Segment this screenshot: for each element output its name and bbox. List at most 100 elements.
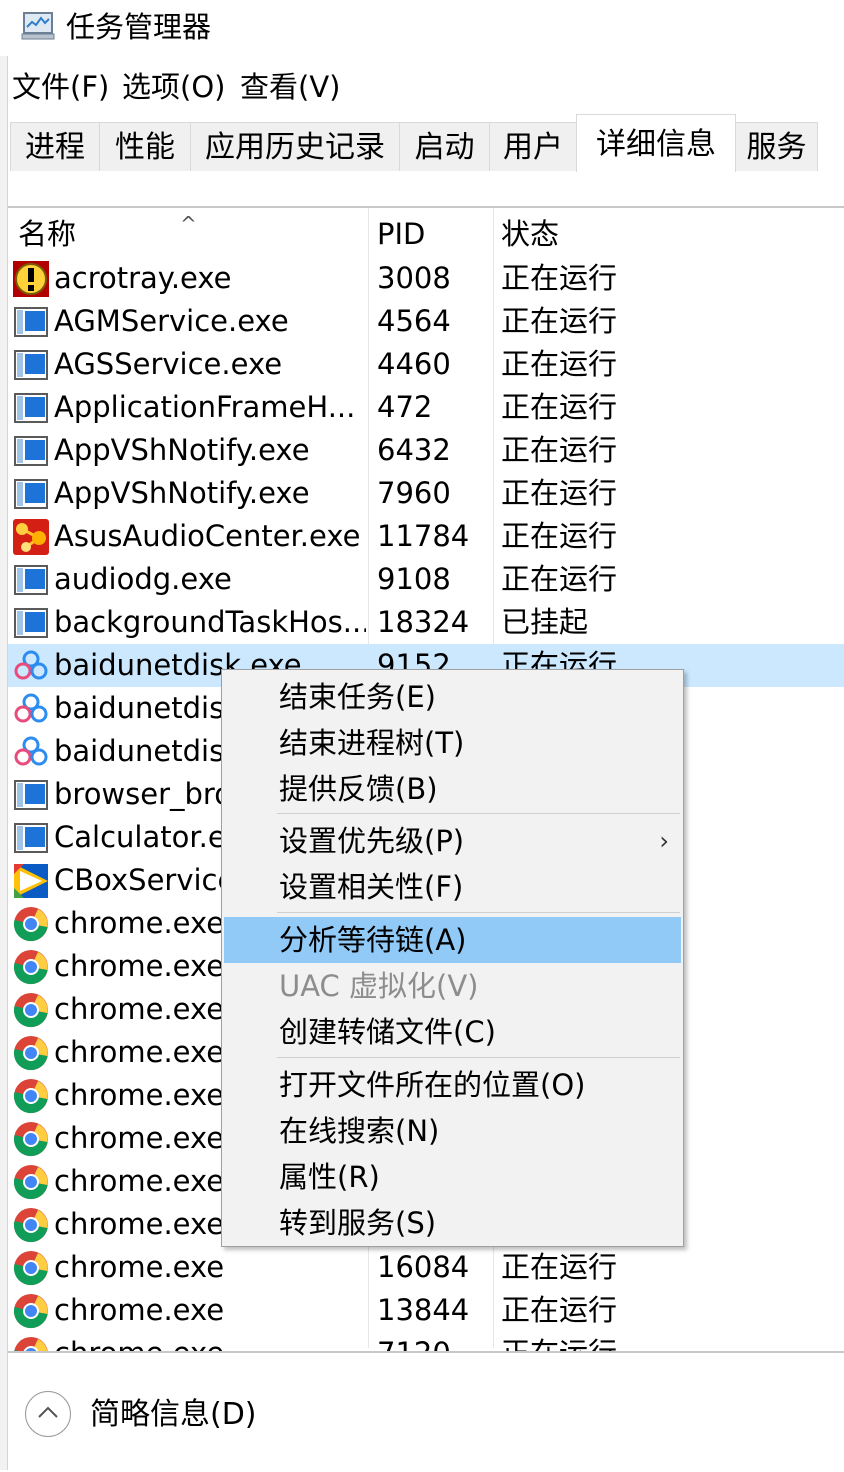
tab-users[interactable]: 用户 — [489, 122, 577, 171]
tab-bar: 进程 性能 应用历史记录 启动 用户 详细信息 服务 — [8, 110, 844, 173]
menu-separator — [277, 813, 680, 814]
baidunetdisk-icon — [12, 733, 50, 771]
process-row[interactable]: audiodg.exe 9108 正在运行 — [8, 558, 844, 601]
menu-file[interactable]: 文件(F) — [12, 66, 109, 108]
acrotray-icon — [12, 260, 50, 298]
process-pid: 6432 — [377, 433, 451, 467]
tab-app-history[interactable]: 应用历史记录 — [190, 122, 400, 171]
go-to-services-menu-item[interactable]: 转到服务(S) — [222, 1200, 683, 1246]
process-row[interactable]: AGSService.exe 4460 正在运行 — [8, 343, 844, 386]
details-toolbar-band — [8, 172, 844, 208]
process-name: chrome.exe — [54, 1332, 366, 1351]
window-app-icon — [12, 346, 50, 384]
tab-processes[interactable]: 进程 — [10, 122, 100, 171]
process-pid: 7960 — [377, 476, 451, 510]
process-name: chrome.exe — [54, 1293, 225, 1327]
tab-startup[interactable]: 启动 — [399, 122, 490, 171]
process-pid: 9108 — [377, 562, 451, 596]
process-row[interactable]: chrome.exe 16084 正在运行 — [8, 1246, 844, 1289]
menu-item-label: 结束进程树(T) — [279, 726, 465, 760]
window-app-icon — [12, 303, 50, 341]
open-file-location-menu-item[interactable]: 打开文件所在的位置(O) — [222, 1062, 683, 1108]
end-process-tree-menu-item[interactable]: 结束进程树(T) — [222, 720, 683, 766]
properties-menu-item[interactable]: 属性(R) — [222, 1154, 683, 1200]
window-app-icon — [12, 604, 50, 642]
search-online-menu-item[interactable]: 在线搜索(N) — [222, 1108, 683, 1154]
process-name: AGMService.exe — [54, 304, 289, 338]
menu-item-label: 转到服务(S) — [279, 1206, 437, 1240]
uac-virtualization-menu-item: UAC 虚拟化(V) — [222, 963, 683, 1009]
chrome-icon — [12, 1249, 50, 1287]
window-title: 任务管理器 — [66, 10, 212, 44]
collapse-button[interactable] — [25, 1391, 71, 1437]
set-affinity-menu-item[interactable]: 设置相关性(F) — [222, 864, 683, 910]
process-row[interactable]: AsusAudioCenter.exe 11784 正在运行 — [8, 515, 844, 558]
give-feedback-menu-item[interactable]: 提供反馈(B) — [222, 766, 683, 812]
process-status: 正在运行 — [501, 433, 618, 467]
process-status: 正在运行 — [501, 562, 618, 596]
context-menu: 结束任务(E) 结束进程树(T) 提供反馈(B) 设置优先级(P) › 设置相关性(F) 分… — [221, 669, 684, 1247]
set-priority-menu-item[interactable]: 设置优先级(P) › — [222, 818, 683, 864]
process-name: AppVShNotify.exe — [54, 433, 310, 467]
create-dump-file-menu-item[interactable]: 创建转储文件(C) — [222, 1009, 683, 1055]
process-status: 正在运行 — [501, 476, 618, 510]
menu-item-label: 提供反馈(B) — [279, 772, 438, 806]
chrome-icon — [12, 991, 50, 1029]
menu-options[interactable]: 选项(O) — [122, 66, 225, 108]
process-pid: 13844 — [377, 1293, 470, 1327]
title-bar: 任务管理器 — [0, 0, 844, 56]
process-row[interactable]: AGMService.exe 4564 正在运行 — [8, 300, 844, 343]
chevron-right-icon: › — [659, 827, 669, 855]
chrome-icon — [12, 1120, 50, 1158]
process-pid: 7120 — [377, 1332, 451, 1351]
tab-services[interactable]: 服务 — [735, 122, 818, 171]
process-status: 正在运行 — [501, 1293, 618, 1327]
menu-separator — [277, 1057, 680, 1058]
end-task-menu-item[interactable]: 结束任务(E) — [222, 674, 683, 720]
process-pid: 11784 — [377, 519, 470, 553]
window-app-icon — [12, 432, 50, 470]
column-header-name[interactable]: 名称 — [18, 214, 76, 254]
window-app-icon — [12, 776, 50, 814]
sort-ascending-icon: ^ — [180, 212, 197, 236]
process-status: 正在运行 — [501, 304, 618, 338]
footer-bar: 简略信息(D) — [8, 1351, 844, 1472]
process-status: 正在运行 — [501, 1332, 617, 1351]
column-header-status[interactable]: 状态 — [501, 214, 559, 254]
process-row[interactable]: AppVShNotify.exe 6432 正在运行 — [8, 429, 844, 472]
process-pid: 18324 — [377, 605, 470, 639]
tab-details[interactable]: 详细信息 — [576, 114, 736, 173]
menu-item-label: 分析等待链(A) — [279, 923, 467, 957]
menu-separator — [277, 912, 680, 913]
process-pid: 16084 — [377, 1250, 470, 1284]
process-name: AsusAudioCenter.exe — [54, 519, 361, 553]
fewer-details-link[interactable]: 简略信息(D) — [90, 1393, 257, 1437]
process-status: 正在运行 — [501, 390, 618, 424]
process-name: audiodg.exe — [54, 562, 232, 596]
process-row[interactable]: backgroundTaskHos... 18324 已挂起 — [8, 601, 844, 644]
process-status: 正在运行 — [501, 261, 618, 295]
window-app-icon — [12, 561, 50, 599]
analyze-wait-chain-menu-item[interactable]: 分析等待链(A) — [224, 917, 681, 963]
chrome-icon — [12, 1292, 50, 1330]
process-name: chrome.exe — [54, 1250, 225, 1284]
left-window-edge — [0, 0, 8, 1470]
menu-item-label: 属性(R) — [279, 1160, 380, 1194]
process-status: 已挂起 — [501, 605, 589, 639]
column-header-pid[interactable]: PID — [377, 214, 425, 254]
process-row[interactable]: acrotray.exe 3008 正在运行 — [8, 257, 844, 300]
process-row[interactable]: chrome.exe 7120 正在运行 — [8, 1332, 844, 1351]
chrome-icon — [12, 1034, 50, 1072]
process-pid: 3008 — [377, 261, 451, 295]
process-row[interactable]: AppVShNotify.exe 7960 正在运行 — [8, 472, 844, 515]
tab-performance[interactable]: 性能 — [99, 122, 191, 171]
menu-view[interactable]: 查看(V) — [240, 66, 340, 108]
menu-item-label: 在线搜索(N) — [279, 1114, 440, 1148]
menu-item-label: 打开文件所在的位置(O) — [279, 1068, 586, 1102]
chrome-icon — [12, 905, 50, 943]
process-name: acrotray.exe — [54, 261, 232, 295]
chrome-icon — [12, 1077, 50, 1115]
process-row[interactable]: chrome.exe 13844 正在运行 — [8, 1289, 844, 1332]
process-row[interactable]: ApplicationFrameH... 472 正在运行 — [8, 386, 844, 429]
process-name: AGSService.exe — [54, 347, 283, 381]
